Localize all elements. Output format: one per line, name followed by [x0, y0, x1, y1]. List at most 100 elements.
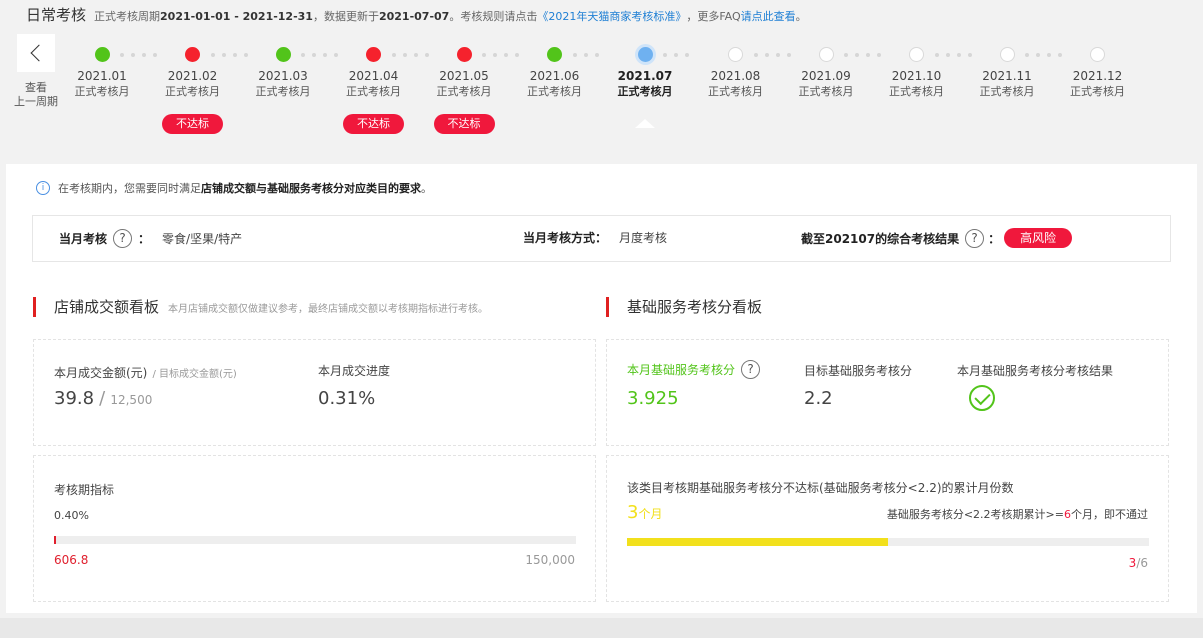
fail-count: 3个月 [627, 502, 663, 523]
fail-ratio: 3/6 [1128, 556, 1148, 570]
period-target: 150,000 [525, 553, 575, 567]
timeline-month[interactable]: 2021.02 正式考核月 不达标 [148, 28, 238, 134]
status-dot-icon [185, 47, 200, 62]
rule-link[interactable]: 《2021年天猫商家考核标准》 [537, 8, 686, 24]
help-icon[interactable]: ? [965, 228, 985, 248]
month-label: 2021.03 [258, 69, 308, 83]
fail-badge: 不达标 [162, 114, 223, 134]
status-dot-icon [547, 47, 562, 62]
month-label: 2021.08 [710, 69, 761, 83]
notice: i 在考核期内，您需要同时满足 店铺成交额与基础服务考核分对应类目的要求。 [36, 180, 432, 196]
timeline-month[interactable]: 2021.01 正式考核月 [57, 28, 147, 99]
month-type: 正式考核月 [527, 85, 582, 98]
month-type: 正式考核月 [979, 85, 1035, 98]
connector-dot [391, 53, 396, 57]
faq-suffix: 。 [795, 10, 807, 23]
month-label: 2021.04 [348, 69, 399, 83]
timeline-month[interactable]: 2021.03 正式考核月 [238, 28, 328, 99]
status-dot-icon [1090, 47, 1105, 62]
month-label: 2021.06 [529, 69, 580, 83]
fail-progress-bar [627, 538, 1149, 546]
timeline-month[interactable]: 2021.05 正式考核月 不达标 [419, 28, 509, 134]
connector-dot [956, 53, 961, 57]
timeline-month[interactable]: 2021.10 正式考核月 [872, 28, 962, 99]
month-type: 正式考核月 [74, 85, 130, 98]
connector-dot [583, 53, 588, 57]
period-progress-bar [54, 536, 576, 544]
faq-link[interactable]: 请点此查看 [741, 8, 796, 24]
month-type: 正式考核月 [798, 85, 854, 98]
service-period-card: 该类目考核期基础服务考核分不达标(基础服务考核分<2.2)的累计月份数 3个月 … [606, 455, 1169, 602]
connector-dot [685, 53, 689, 57]
connector-dot [493, 53, 497, 57]
timeline-month[interactable]: 2021.12 正式考核月 [1053, 28, 1143, 99]
connector-dot [1036, 53, 1040, 57]
timeline-month[interactable]: 2021.09 正式考核月 [781, 28, 871, 99]
gmv-progress-value: 0.31% [318, 388, 376, 409]
connector-dot [934, 53, 939, 57]
service-monthly-card: 本月基础服务考核分 ? 3.925 目标基础服务考核分 2.2 本月基础服务考核… [606, 339, 1169, 446]
connector-dot [855, 53, 859, 57]
connector-dot [663, 53, 667, 57]
status-dot-icon [366, 47, 381, 62]
month-timeline: 查看 上一周期 2021.01 正式考核月 2021.02 正式考核月 不达标 2021.… [0, 28, 1203, 164]
status-dot-icon [999, 47, 1015, 62]
check-circle-icon [969, 385, 995, 411]
month-label: 2021.05 [439, 69, 489, 83]
connector-dot [210, 53, 215, 57]
timeline-month[interactable]: 2021.04 正式考核月 不达标 [329, 28, 419, 134]
status-dot-icon [909, 47, 924, 62]
accent-bar [606, 296, 609, 317]
period-progress-fill [54, 536, 57, 544]
status-dot-icon [637, 47, 653, 62]
period-percent: 0.40% [54, 509, 89, 522]
service-board-title: 基础服务考核分看板 [606, 296, 762, 317]
prev-period-button[interactable] [17, 34, 55, 72]
help-icon[interactable]: ? [741, 360, 761, 379]
period-info: 正式考核周期2021-01-01 - 2021-12-31，数据更新于2021-… [94, 10, 538, 23]
summary-method-value: 月度考核 [619, 231, 668, 245]
connector-dot [1025, 53, 1029, 57]
status-dot-icon [94, 47, 110, 62]
status-dot-icon [275, 47, 291, 62]
timeline-month[interactable]: 2021.08 正式考核月 [691, 28, 781, 99]
month-type: 正式考核月 [346, 85, 401, 98]
connector-dot [221, 53, 226, 57]
connector-dot [142, 53, 146, 57]
summary-method: 当月考核方式： 月度考核 [523, 231, 668, 245]
faq-prefix: ，更多FAQ [686, 10, 741, 23]
help-icon[interactable]: ? [113, 229, 133, 248]
accent-bar [33, 296, 36, 317]
period-label: 考核期指标 [54, 483, 115, 497]
assessment-summary: 当月考核 ? ： 零食/坚果/特产 当月考核方式： 月度考核 截至202107的… [32, 215, 1171, 262]
connector-dot [312, 53, 316, 57]
month-label: 2021.07 [617, 69, 673, 83]
timeline-month[interactable]: 2021.11 正式考核月 [962, 28, 1052, 99]
month-label: 2021.01 [77, 69, 127, 83]
page-title: 日常考核 [26, 6, 87, 24]
month-type: 正式考核月 [165, 85, 220, 98]
fail-badge: 不达标 [433, 114, 495, 134]
connector-dot [482, 53, 486, 57]
gmv-period-card: 考核期指标 0.40% 606.8 150,000 [33, 455, 596, 602]
fail-rule: 基础服务考核分<2.2考核期累计>=6个月，即不通过 [886, 508, 1148, 521]
summary-month: 当月考核 ? ： 零食/坚果/特产 [59, 229, 243, 248]
connector-dot [753, 53, 758, 57]
timeline-month[interactable]: 2021.06 正式考核月 [510, 28, 600, 99]
status-dot-icon [456, 47, 472, 62]
prev-period-label[interactable]: 查看 上一周期 [8, 81, 64, 109]
gmv-target: 12,500 [110, 393, 153, 407]
connector-dot [764, 53, 769, 57]
connector-dot [594, 53, 599, 57]
connector-dot [301, 53, 305, 57]
status-dot-icon [728, 47, 743, 62]
summary-month-value: 零食/坚果/特产 [162, 232, 243, 246]
chevron-left-icon [30, 44, 47, 62]
connector-dot [945, 53, 950, 57]
current-month-pointer [635, 119, 655, 128]
page: 日常考核 正式考核周期2021-01-01 - 2021-12-31，数据更新于… [0, 0, 1203, 638]
timeline-connector [663, 53, 689, 57]
fail-progress-fill [627, 538, 888, 546]
timeline-month[interactable]: 2021.07 正式考核月 [600, 28, 690, 99]
connector-dot [866, 53, 870, 57]
